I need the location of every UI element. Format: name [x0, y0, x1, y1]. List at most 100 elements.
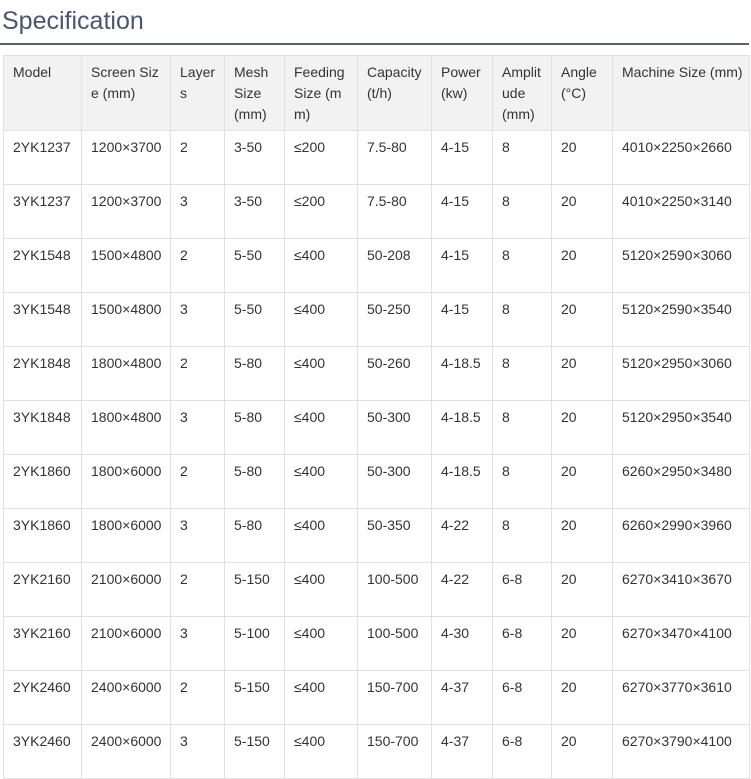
cell-model: 3YK2460	[3, 724, 82, 779]
cell-feeding-size: ≤400	[284, 400, 358, 455]
header-cell-amplitude: Amplitude (mm)	[492, 55, 552, 131]
cell-screen-size: 1500×4800	[81, 238, 171, 293]
header-cell-angle: Angle (°C)	[551, 55, 613, 131]
cell-screen-size: 1500×4800	[81, 292, 171, 347]
cell-amplitude: 8	[492, 238, 552, 293]
cell-amplitude: 8	[492, 292, 552, 347]
cell-angle: 20	[551, 130, 613, 185]
cell-layers: 2	[170, 670, 225, 725]
page-title: Specification	[2, 7, 144, 35]
cell-power: 4-37	[431, 724, 493, 779]
table-row: 3YK1548 1500×4800 3 5-50 ≤400 50-250 4-15 8 20 51…	[3, 292, 750, 347]
cell-screen-size: 2400×6000	[81, 724, 171, 779]
cell-machine-size: 6270×3770×3610	[612, 670, 750, 725]
cell-model: 3YK1237	[3, 184, 82, 239]
cell-angle: 20	[551, 292, 613, 347]
cell-angle: 20	[551, 670, 613, 725]
header-row: Model Screen Size (mm) Layers Mesh Size …	[3, 55, 750, 131]
table-row: 3YK1848 1800×4800 3 5-80 ≤400 50-300 4-18.5 8 20…	[3, 400, 750, 455]
cell-angle: 20	[551, 724, 613, 779]
cell-feeding-size: ≤400	[284, 562, 358, 617]
cell-model: 3YK1860	[3, 508, 82, 563]
cell-amplitude: 6-8	[492, 616, 552, 671]
cell-mesh-size: 5-50	[224, 238, 285, 293]
cell-model: 2YK1237	[3, 130, 82, 185]
cell-amplitude: 8	[492, 508, 552, 563]
cell-mesh-size: 5-150	[224, 562, 285, 617]
cell-amplitude: 8	[492, 130, 552, 185]
cell-model: 2YK2160	[3, 562, 82, 617]
cell-feeding-size: ≤400	[284, 238, 358, 293]
cell-mesh-size: 5-80	[224, 400, 285, 455]
cell-layers: 2	[170, 346, 225, 401]
cell-angle: 20	[551, 400, 613, 455]
page: Specification Model Screen Size (mm) Lay…	[0, 0, 751, 779]
cell-amplitude: 6-8	[492, 724, 552, 779]
table-row: 2YK2460 2400×6000 2 5-150 ≤400 150-700 4-37 6-8…	[3, 670, 750, 725]
cell-machine-size: 5120×2950×3540	[612, 400, 750, 455]
header-cell-mesh-size: Mesh Size (mm)	[224, 55, 285, 131]
table-row: 2YK1548 1500×4800 2 5-50 ≤400 50-208 4-15 8 20 51…	[3, 238, 750, 293]
cell-machine-size: 5120×2590×3060	[612, 238, 750, 293]
cell-angle: 20	[551, 184, 613, 239]
cell-layers: 3	[170, 400, 225, 455]
header-cell-model: Model	[3, 55, 82, 131]
header-cell-power: Power (kw)	[431, 55, 493, 131]
cell-capacity: 100-500	[357, 616, 432, 671]
table-header: Model Screen Size (mm) Layers Mesh Size …	[3, 55, 750, 131]
cell-model: 2YK2460	[3, 670, 82, 725]
cell-angle: 20	[551, 616, 613, 671]
cell-layers: 2	[170, 454, 225, 509]
cell-power: 4-22	[431, 508, 493, 563]
cell-feeding-size: ≤400	[284, 724, 358, 779]
cell-capacity: 50-260	[357, 346, 432, 401]
cell-layers: 3	[170, 616, 225, 671]
cell-power: 4-15	[431, 130, 493, 185]
cell-model: 3YK2160	[3, 616, 82, 671]
cell-screen-size: 2100×6000	[81, 562, 171, 617]
cell-mesh-size: 5-150	[224, 670, 285, 725]
cell-power: 4-22	[431, 562, 493, 617]
header-cell-layers: Layers	[170, 55, 225, 131]
specification-table: Model Screen Size (mm) Layers Mesh Size …	[3, 55, 750, 779]
header-cell-feeding-size: Feeding Size (mm)	[284, 55, 358, 131]
cell-power: 4-15	[431, 184, 493, 239]
cell-mesh-size: 3-50	[224, 184, 285, 239]
cell-model: 3YK1848	[3, 400, 82, 455]
cell-capacity: 7.5-80	[357, 130, 432, 185]
cell-capacity: 50-208	[357, 238, 432, 293]
cell-screen-size: 1200×3700	[81, 184, 171, 239]
cell-amplitude: 8	[492, 346, 552, 401]
cell-mesh-size: 3-50	[224, 130, 285, 185]
cell-power: 4-30	[431, 616, 493, 671]
cell-amplitude: 8	[492, 184, 552, 239]
cell-screen-size: 1800×6000	[81, 454, 171, 509]
table-row: 2YK2160 2100×6000 2 5-150 ≤400 100-500 4-22 6-8…	[3, 562, 750, 617]
cell-mesh-size: 5-80	[224, 346, 285, 401]
cell-machine-size: 6270×3790×4100	[612, 724, 750, 779]
cell-machine-size: 4010×2250×3140	[612, 184, 750, 239]
cell-layers: 2	[170, 238, 225, 293]
cell-machine-size: 6270×3470×4100	[612, 616, 750, 671]
cell-angle: 20	[551, 346, 613, 401]
cell-layers: 2	[170, 130, 225, 185]
cell-capacity: 100-500	[357, 562, 432, 617]
cell-model: 3YK1548	[3, 292, 82, 347]
cell-layers: 3	[170, 508, 225, 563]
cell-feeding-size: ≤400	[284, 454, 358, 509]
cell-angle: 20	[551, 508, 613, 563]
cell-power: 4-18.5	[431, 400, 493, 455]
cell-angle: 20	[551, 238, 613, 293]
table-row: 3YK1860 1800×6000 3 5-80 ≤400 50-350 4-22 8 20 62…	[3, 508, 750, 563]
cell-feeding-size: ≤400	[284, 670, 358, 725]
cell-machine-size: 5120×2950×3060	[612, 346, 750, 401]
cell-feeding-size: ≤400	[284, 346, 358, 401]
cell-capacity: 50-300	[357, 454, 432, 509]
cell-layers: 3	[170, 184, 225, 239]
cell-capacity: 50-300	[357, 400, 432, 455]
cell-model: 2YK1848	[3, 346, 82, 401]
cell-feeding-size: ≤400	[284, 292, 358, 347]
cell-amplitude: 6-8	[492, 670, 552, 725]
table-row: 2YK1237 1200×3700 2 3-50 ≤200 7.5-80 4-15 8 20 40…	[3, 130, 750, 185]
cell-layers: 2	[170, 562, 225, 617]
